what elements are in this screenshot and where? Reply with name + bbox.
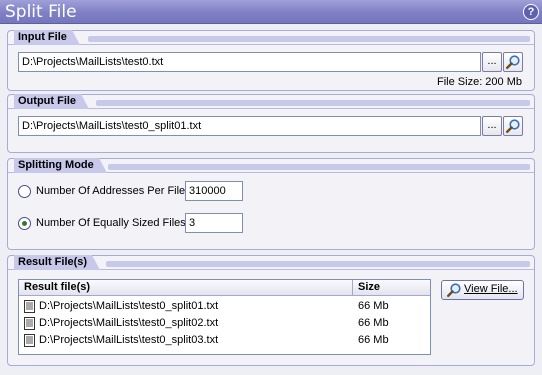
- input-find-button[interactable]: [503, 52, 523, 72]
- help-icon[interactable]: ?: [523, 4, 539, 20]
- ellipsis-icon: ...: [487, 119, 497, 131]
- header-bar: [88, 36, 530, 42]
- group-title: Output File: [14, 94, 90, 109]
- group-title: Result File(s): [14, 255, 101, 270]
- document-icon: [24, 334, 35, 347]
- list-header: Result file(s) Size: [19, 280, 430, 296]
- equally-sized-files-radio[interactable]: [18, 217, 31, 230]
- document-icon: [24, 300, 35, 313]
- magnifier-icon: [506, 55, 520, 70]
- input-file-path-field[interactable]: D:\Projects\MailLists\test0.txt: [18, 52, 481, 72]
- group-header: Splitting Mode: [8, 158, 534, 173]
- column-header-size[interactable]: Size: [353, 280, 430, 296]
- result-files-list[interactable]: Result file(s) Size D:\Projects\MailList…: [18, 279, 431, 355]
- header-bar: [106, 261, 530, 267]
- output-find-button[interactable]: [503, 116, 523, 136]
- column-header-file[interactable]: Result file(s): [19, 280, 353, 296]
- equally-sized-files-label: Number Of Equally Sized Files: [36, 217, 186, 229]
- file-name: D:\Projects\MailLists\test0_split03.txt: [39, 334, 219, 346]
- addresses-per-file-input[interactable]: 310000: [185, 181, 243, 201]
- file-size: 66 Mb: [358, 300, 389, 312]
- input-browse-button[interactable]: ...: [482, 52, 502, 72]
- addresses-per-file-label: Number Of Addresses Per File: [36, 185, 186, 197]
- file-size: 66 Mb: [358, 334, 389, 346]
- output-file-group: Output File D:\Projects\MailLists\test0_…: [7, 94, 535, 153]
- group-header: Input File: [8, 30, 534, 45]
- output-browse-button[interactable]: ...: [482, 116, 502, 136]
- header-bar: [96, 100, 530, 106]
- magnifier-icon: [447, 283, 461, 298]
- splitting-mode-group: Splitting Mode Number Of Addresses Per F…: [7, 158, 535, 250]
- ellipsis-icon: ...: [487, 55, 497, 67]
- group-title: Splitting Mode: [14, 158, 107, 173]
- input-file-group: Input File D:\Projects\MailLists\test0.t…: [7, 30, 535, 91]
- group-header: Result File(s): [8, 255, 534, 270]
- file-size-label: File Size: 200 Mb: [437, 76, 522, 88]
- file-name: D:\Projects\MailLists\test0_split01.txt: [39, 300, 219, 312]
- file-size: 66 Mb: [358, 317, 389, 329]
- group-header: Output File: [8, 94, 534, 109]
- document-icon: [24, 317, 35, 330]
- header-bar: [108, 164, 530, 170]
- file-name: D:\Projects\MailLists\test0_split02.txt: [39, 317, 219, 329]
- group-title: Input File: [14, 30, 80, 45]
- list-item[interactable]: D:\Projects\MailLists\test0_split02.txt …: [19, 315, 430, 332]
- output-file-path-field[interactable]: D:\Projects\MailLists\test0_split01.txt: [18, 116, 481, 136]
- equally-sized-files-input[interactable]: 3: [185, 213, 243, 233]
- list-item[interactable]: D:\Projects\MailLists\test0_split03.txt …: [19, 332, 430, 349]
- list-item[interactable]: D:\Projects\MailLists\test0_split01.txt …: [19, 298, 430, 315]
- view-file-label: View File...: [464, 283, 518, 295]
- window-title: Split File: [5, 2, 77, 22]
- magnifier-icon: [506, 119, 520, 134]
- title-bar: Split File ?: [0, 0, 542, 24]
- view-file-button[interactable]: View File...: [441, 280, 524, 300]
- addresses-per-file-radio[interactable]: [18, 185, 31, 198]
- result-files-group: Result File(s) Result file(s) Size D:\Pr…: [7, 255, 535, 366]
